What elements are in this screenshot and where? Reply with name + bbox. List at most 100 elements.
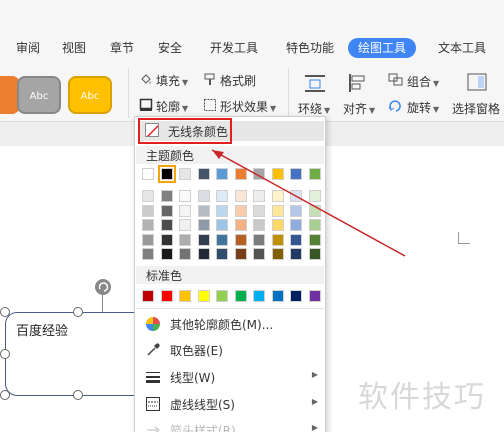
theme-color-shade-swatch[interactable] [308,190,321,202]
more-outline-colors-item[interactable]: 其他轮廓颜色(M)... [136,312,324,336]
tab-review[interactable]: 审阅 [16,38,40,58]
theme-color-swatch[interactable] [308,168,321,180]
tab-section[interactable]: 章节 [110,38,134,58]
standard-color-swatch[interactable] [234,290,247,302]
theme-color-swatch[interactable] [234,168,247,180]
theme-color-shade-swatch[interactable] [197,219,210,231]
theme-color-shade-swatch[interactable] [160,190,173,202]
tab-view[interactable]: 视图 [62,38,86,58]
theme-color-swatch[interactable] [179,168,191,180]
theme-color-shade-swatch[interactable] [216,248,228,260]
theme-color-shade-swatch[interactable] [216,233,228,246]
rotate-button[interactable]: 旋转 ▼ [388,99,439,117]
theme-color-shade-swatch[interactable] [179,204,191,217]
dash-style-item[interactable]: 虚线线型(S) ▶ [136,392,324,416]
theme-color-shade-swatch[interactable] [142,219,154,231]
resize-handle[interactable] [73,307,83,317]
theme-color-shade-swatch[interactable] [308,204,321,217]
tab-text-tools[interactable]: 文本工具 [438,38,486,58]
theme-color-shade-swatch[interactable] [142,204,154,217]
tab-developer[interactable]: 开发工具 [210,38,258,58]
theme-color-shade-swatch[interactable] [179,233,191,246]
standard-color-swatch[interactable] [308,290,321,302]
theme-color-shade-swatch[interactable] [197,204,210,217]
resize-handle[interactable] [73,390,83,400]
theme-color-shade-swatch[interactable] [142,233,154,246]
theme-color-shade-swatch[interactable] [271,248,284,260]
standard-color-swatch[interactable] [253,290,265,302]
eyedropper-item[interactable]: 取色器(E) [136,338,324,362]
theme-color-shade-swatch[interactable] [197,248,210,260]
theme-color-shade-swatch[interactable] [271,219,284,231]
standard-color-swatch[interactable] [160,290,173,302]
theme-color-shade-swatch[interactable] [160,204,173,217]
theme-color-shade-swatch[interactable] [271,190,284,202]
theme-color-shade-swatch[interactable] [290,233,302,246]
theme-color-shade-swatch[interactable] [253,190,265,202]
theme-color-swatch[interactable] [216,168,228,180]
standard-color-swatch[interactable] [216,290,228,302]
resize-handle[interactable] [0,349,10,359]
theme-color-shade-swatch[interactable] [197,233,210,246]
standard-color-swatch[interactable] [179,290,191,302]
theme-color-swatch[interactable] [271,168,284,180]
theme-color-shade-swatch[interactable] [290,248,302,260]
tab-drawing-tools[interactable]: 绘图工具 [348,38,417,58]
theme-color-shade-swatch[interactable] [179,190,191,202]
standard-color-swatch[interactable] [142,290,154,302]
line-style-item[interactable]: 线型(W) ▶ [136,365,324,389]
theme-color-swatch[interactable] [142,168,154,180]
tab-security[interactable]: 安全 [158,38,182,58]
theme-color-shade-swatch[interactable] [234,190,247,202]
theme-color-shade-swatch[interactable] [160,219,173,231]
theme-color-shade-swatch[interactable] [308,248,321,260]
theme-color-shade-swatch[interactable] [216,219,228,231]
theme-color-shade-swatch[interactable] [160,248,173,260]
theme-color-swatch[interactable] [253,168,265,180]
tab-special[interactable]: 特色功能 [286,38,334,58]
shape-text[interactable]: 百度经验 [16,320,68,339]
theme-color-shade-swatch[interactable] [179,219,191,231]
theme-color-shade-swatch[interactable] [290,219,302,231]
fill-button[interactable]: 填充 ▼ [139,72,188,90]
group-button[interactable]: 组合 ▼ [388,73,439,91]
theme-color-shade-swatch[interactable] [271,204,284,217]
theme-color-shade-swatch[interactable] [160,233,173,246]
standard-color-swatch[interactable] [197,290,210,302]
theme-color-shade-swatch[interactable] [271,233,284,246]
theme-color-shade-swatch[interactable] [253,219,265,231]
theme-color-shade-swatch[interactable] [179,248,191,260]
resize-handle[interactable] [0,307,10,317]
theme-color-shade-swatch[interactable] [142,190,154,202]
arrow-style-item[interactable]: 箭头样式(R) ▶ [136,418,324,432]
shape-style-gray[interactable]: Abc [17,76,61,114]
shape-style-gold[interactable]: Abc [68,76,112,114]
standard-color-swatch[interactable] [271,290,284,302]
theme-color-shade-swatch[interactable] [234,233,247,246]
theme-color-shade-swatch[interactable] [197,190,210,202]
resize-handle[interactable] [0,390,10,400]
standard-color-swatch[interactable] [290,290,302,302]
rotate-handle[interactable] [95,279,111,295]
theme-color-shade-swatch[interactable] [290,190,302,202]
align-button[interactable]: 对齐 ▼ [343,100,375,118]
theme-color-shade-swatch[interactable] [234,219,247,231]
theme-color-swatch[interactable] [157,165,176,183]
format-painter-button[interactable]: 格式刷 [203,72,256,90]
theme-color-shade-swatch[interactable] [216,190,228,202]
theme-color-swatch[interactable] [197,168,210,180]
theme-color-shade-swatch[interactable] [290,204,302,217]
theme-color-shade-swatch[interactable] [234,204,247,217]
theme-color-shade-swatch[interactable] [253,248,265,260]
selection-pane-button[interactable]: 选择窗格 [452,100,500,118]
theme-color-shade-swatch[interactable] [234,248,247,260]
theme-color-shade-swatch[interactable] [253,233,265,246]
shape-effect-button[interactable]: 形状效果 ▼ [203,98,276,116]
theme-color-shade-swatch[interactable] [216,204,228,217]
theme-color-swatch[interactable] [290,168,302,180]
outline-button[interactable]: 轮廓 ▼ [139,98,188,116]
theme-color-shade-swatch[interactable] [308,233,321,246]
theme-color-shade-swatch[interactable] [308,219,321,231]
theme-color-shade-swatch[interactable] [253,204,265,217]
theme-color-shade-swatch[interactable] [142,248,154,260]
